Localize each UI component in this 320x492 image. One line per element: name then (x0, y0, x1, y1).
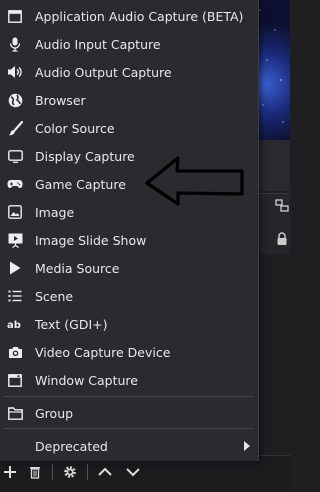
menu-item-video-capture-device[interactable]: Video Capture Device (0, 338, 258, 366)
menu-item-image-slide-show[interactable]: Image Slide Show (0, 226, 258, 254)
folder-icon (7, 405, 23, 421)
microphone-icon (7, 36, 23, 52)
menu-item-deprecated[interactable]: Deprecated (0, 432, 258, 460)
menu-item-label: Audio Input Capture (35, 36, 161, 52)
menu-item-application-audio-capture[interactable]: Application Audio Capture (BETA) (0, 2, 258, 30)
menu-item-label: Scene (35, 288, 74, 304)
menu-item-label: Browser (35, 92, 86, 108)
menu-item-label: Deprecated (35, 438, 108, 454)
chevron-down-icon[interactable] (123, 462, 143, 482)
add-icon[interactable] (0, 462, 20, 482)
menu-item-window-capture[interactable]: Window Capture (0, 366, 258, 394)
sources-panel (258, 193, 290, 254)
window-icon (7, 8, 23, 24)
menu-item-label: Group (35, 405, 74, 421)
menu-item-audio-output-capture[interactable]: Audio Output Capture (0, 58, 258, 86)
menu-item-label: Application Audio Capture (BETA) (35, 8, 244, 24)
menu-item-scene[interactable]: Scene (0, 282, 258, 310)
menu-item-label: Color Source (35, 120, 115, 136)
menu-item-browser[interactable]: Browser (0, 86, 258, 114)
gear-icon[interactable] (60, 462, 80, 482)
lock-icon[interactable] (275, 232, 289, 246)
menu-item-label: Image (35, 204, 75, 220)
menu-item-label: Audio Output Capture (35, 64, 172, 80)
menu-item-label: Display Capture (35, 148, 135, 164)
toolbar-divider (52, 464, 53, 480)
gamepad-icon (7, 176, 23, 192)
window-icon (7, 372, 23, 388)
list-icon (7, 288, 23, 304)
menu-item-label: Media Source (35, 260, 120, 276)
visibility-toggle-icon[interactable] (275, 199, 289, 213)
menu-item-group[interactable]: Group (0, 399, 258, 427)
menu-separator (4, 396, 254, 397)
menu-item-label: Text (GDI+) (35, 316, 108, 332)
menu-item-label: Window Capture (35, 372, 138, 388)
menu-item-audio-input-capture[interactable]: Audio Input Capture (0, 30, 258, 58)
chevron-up-icon[interactable] (95, 462, 115, 482)
toolbar-divider (87, 464, 88, 480)
add-source-menu: Application Audio Capture (BETA) Audio I… (0, 0, 259, 461)
menu-item-text-gdi[interactable]: ab Text (GDI+) (0, 310, 258, 338)
trash-icon[interactable] (25, 462, 45, 482)
menu-separator (4, 428, 254, 429)
play-icon (7, 260, 23, 276)
monitor-icon (7, 148, 23, 164)
text-icon: ab (7, 316, 23, 332)
speaker-icon (7, 64, 23, 80)
preview-canvas (255, 0, 290, 140)
svg-text:ab: ab (7, 320, 21, 330)
preview-border (255, 140, 290, 191)
annotation-arrow-icon (145, 156, 244, 206)
menu-item-label: Video Capture Device (35, 344, 171, 360)
chevron-right-icon (244, 441, 250, 451)
slideshow-icon (7, 232, 23, 248)
globe-icon (7, 92, 23, 108)
menu-item-color-source[interactable]: Color Source (0, 114, 258, 142)
paintbrush-icon (7, 120, 23, 136)
menu-item-media-source[interactable]: Media Source (0, 254, 258, 282)
menu-item-label: Game Capture (35, 176, 126, 192)
menu-item-label: Image Slide Show (35, 232, 147, 248)
image-icon (7, 204, 23, 220)
camera-icon (7, 344, 23, 360)
